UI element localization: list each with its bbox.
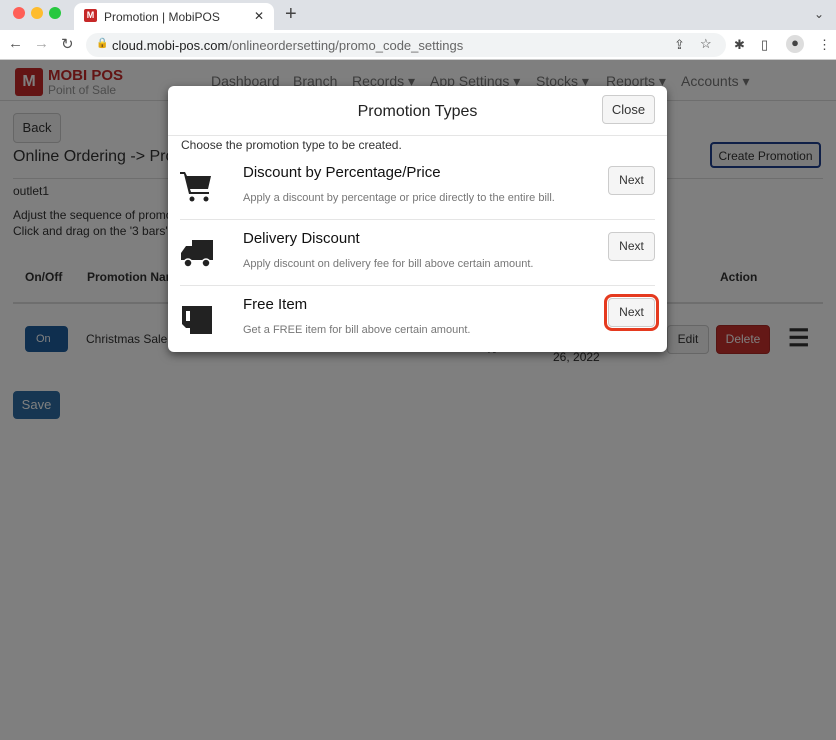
minimize-window-button[interactable] bbox=[31, 7, 43, 19]
maximize-window-button[interactable] bbox=[49, 7, 61, 19]
type-title: Delivery Discount bbox=[243, 230, 360, 247]
close-window-button[interactable] bbox=[13, 7, 25, 19]
promotion-type-row: Delivery Discount Apply discount on deli… bbox=[180, 220, 655, 286]
address-bar-row: ← → ↻ 🔒 cloud.mobi-pos.com/onlineorderset… bbox=[0, 30, 836, 60]
promotion-types-modal: Promotion Types Close Choose the promoti… bbox=[168, 86, 667, 352]
next-button-percentage[interactable]: Next bbox=[608, 166, 655, 195]
type-desc: Apply discount on delivery fee for bill … bbox=[243, 258, 534, 270]
type-desc: Get a FREE item for bill above certain a… bbox=[243, 324, 471, 336]
reload-icon[interactable]: ↻ bbox=[61, 35, 74, 53]
tab-list-chevron-icon[interactable]: ⌄ bbox=[814, 7, 824, 21]
mug-icon bbox=[182, 306, 212, 334]
forward-arrow-icon[interactable]: → bbox=[34, 35, 49, 52]
truck-icon bbox=[181, 240, 213, 268]
type-title: Discount by Percentage/Price bbox=[243, 164, 441, 181]
new-tab-icon[interactable]: + bbox=[285, 3, 297, 26]
type-title: Free Item bbox=[243, 296, 308, 313]
promotion-type-row: Discount by Percentage/Price Apply a dis… bbox=[180, 154, 655, 220]
more-menu-icon[interactable]: ⋮ bbox=[818, 37, 831, 53]
url-host: cloud.mobi-pos.com bbox=[112, 38, 229, 53]
lock-icon: 🔒 bbox=[96, 38, 109, 49]
close-tab-icon[interactable]: ✕ bbox=[254, 9, 264, 23]
close-button[interactable]: Close bbox=[602, 95, 655, 124]
browser-tab[interactable]: M Promotion | MobiPOS ✕ bbox=[74, 3, 274, 30]
extensions-icon[interactable]: ✱ bbox=[734, 37, 745, 53]
cart-icon bbox=[180, 172, 211, 202]
url-input[interactable]: 🔒 cloud.mobi-pos.com/onlineordersetting/p… bbox=[86, 33, 726, 57]
star-icon[interactable]: ☆ bbox=[700, 36, 712, 52]
next-button-delivery[interactable]: Next bbox=[608, 232, 655, 261]
modal-title: Promotion Types bbox=[357, 103, 478, 120]
back-arrow-icon[interactable]: ← bbox=[8, 35, 23, 52]
profile-icon[interactable]: ● bbox=[786, 35, 804, 53]
next-button-free-item[interactable]: Next bbox=[604, 294, 659, 331]
modal-intro: Choose the promotion type to be created. bbox=[181, 138, 402, 152]
browser-tab-bar: M Promotion | MobiPOS ✕ + ⌄ bbox=[0, 0, 836, 30]
modal-header: Promotion Types Close bbox=[168, 86, 667, 136]
sidebar-icon[interactable]: ▯ bbox=[761, 37, 768, 53]
type-desc: Apply a discount by percentage or price … bbox=[243, 192, 555, 204]
url-path: /onlineordersetting/promo_code_settings bbox=[228, 38, 464, 53]
favicon-icon: M bbox=[84, 9, 97, 22]
promotion-type-row: Free Item Get a FREE item for bill above… bbox=[180, 286, 659, 352]
tab-title: Promotion | MobiPOS bbox=[104, 10, 220, 24]
share-icon[interactable]: ⇪ bbox=[674, 37, 685, 53]
